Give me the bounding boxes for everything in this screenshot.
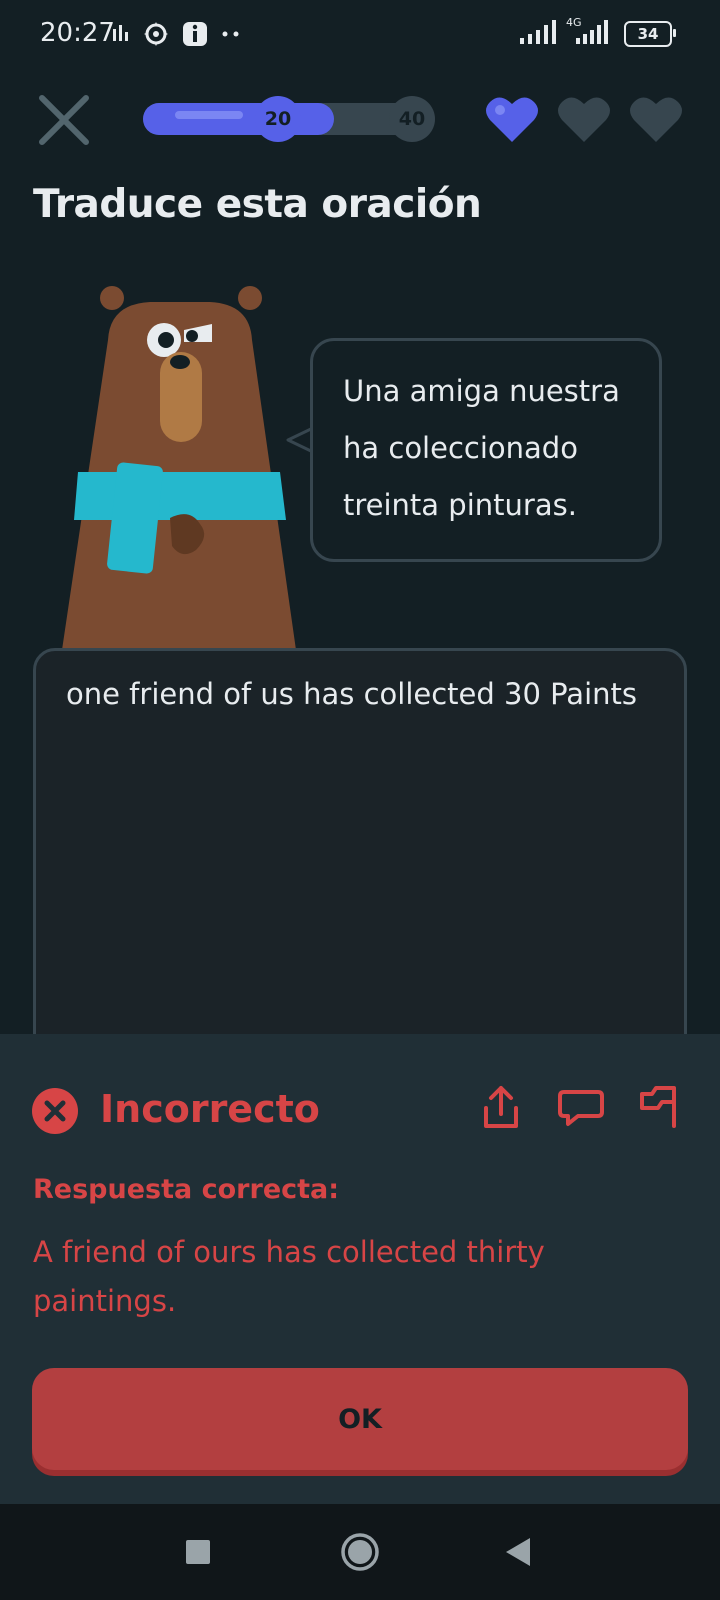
vpn-icon [144, 22, 168, 46]
close-icon[interactable] [36, 92, 92, 148]
progress-target-node: 40 [389, 96, 435, 142]
heart-filled-icon [486, 97, 538, 142]
answer-input[interactable]: one friend of us has collected 30 Paints [33, 648, 687, 1088]
heart-empty-icon [630, 97, 682, 142]
bear-character-illustration [62, 286, 296, 650]
status-icons-left [112, 20, 242, 48]
lesson-progress-bar: 20 40 [143, 96, 435, 142]
prompt-line: Una amiga nuestra [343, 374, 620, 408]
feedback-actions [478, 1084, 684, 1130]
battery-indicator: 34 [624, 21, 676, 47]
more-dots-icon [222, 31, 239, 37]
signal-4g-icon: 4G [564, 16, 610, 46]
info-icon [183, 22, 207, 46]
prompt-sentence: Una amiga nuestra ha coleccionado treint… [343, 363, 653, 534]
flag-icon[interactable] [638, 1084, 684, 1130]
signal-icon [520, 20, 556, 44]
activity-icon [113, 25, 128, 41]
prompt-speech-bubble: Una amiga nuestra ha coleccionado treint… [310, 338, 662, 562]
ok-button[interactable]: OK [32, 1368, 688, 1470]
comment-icon[interactable] [558, 1084, 604, 1130]
status-time: 20:27 [40, 18, 115, 48]
share-icon[interactable] [478, 1084, 524, 1130]
progress-highlight [175, 111, 243, 119]
signal-indicators: 4G [520, 16, 610, 46]
back-triangle-icon[interactable] [496, 1530, 540, 1574]
home-circle-icon[interactable] [338, 1530, 382, 1574]
incorrect-icon [32, 1088, 78, 1134]
correct-answer-text: A friend of ours has collected thirty pa… [33, 1235, 545, 1318]
prompt-line: treinta pinturas. [343, 488, 577, 522]
correct-answer-label: Respuesta correcta: [33, 1174, 340, 1205]
heart-empty-icon [558, 97, 610, 142]
hearts [484, 94, 684, 144]
prompt-line: ha coleccionado [343, 431, 578, 465]
recents-square-icon[interactable] [176, 1530, 220, 1574]
status-bar: 20:27 4G 34 [0, 0, 720, 70]
battery-level: 34 [637, 25, 659, 43]
feedback-title: Incorrecto [100, 1087, 320, 1131]
answer-text: one friend of us has collected 30 Paints [66, 677, 637, 711]
page-title: Traduce esta oración [33, 182, 482, 227]
system-navigation-bar [0, 1504, 720, 1600]
progress-current-node: 20 [255, 96, 301, 142]
progress-fill [143, 103, 334, 135]
